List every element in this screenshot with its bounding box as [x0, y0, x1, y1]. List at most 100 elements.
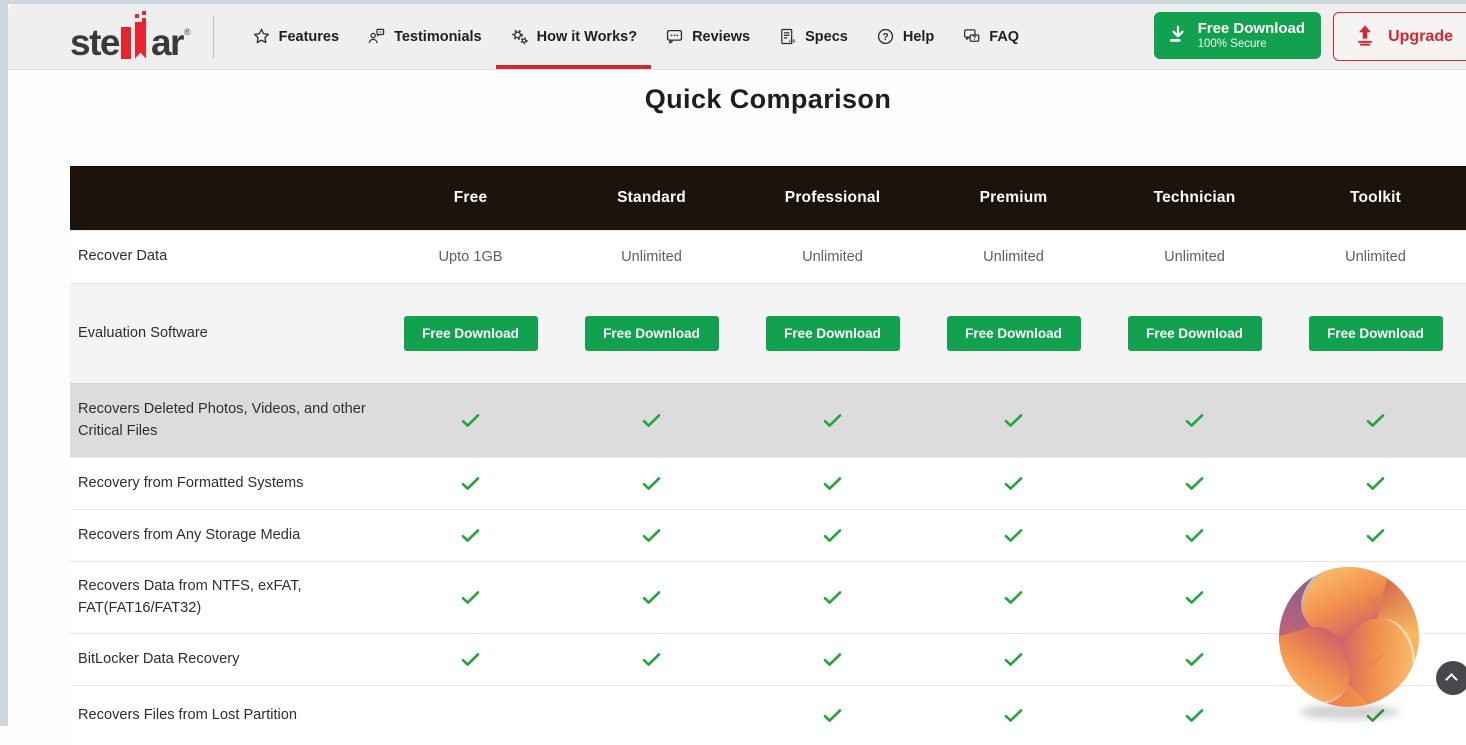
table-row: Recovers Files from Lost Partition: [70, 685, 1466, 745]
table-cell: [1104, 590, 1285, 605]
check-icon: [561, 528, 742, 543]
table-cell: Unlimited: [1285, 248, 1466, 266]
free-download-table-button[interactable]: Free Download: [585, 316, 719, 351]
table-cell: [561, 413, 742, 428]
nav-item-label: How it Works?: [537, 29, 637, 45]
window-top-strip: [0, 0, 1466, 4]
check-icon: [1104, 413, 1285, 428]
table-cell: Unlimited: [561, 248, 742, 266]
table-cell: Free Download: [561, 316, 742, 351]
table-cell: [380, 413, 561, 428]
check-icon: [742, 413, 923, 428]
stellar-logo[interactable]: ste ar ®: [70, 15, 191, 59]
free-download-nav-button[interactable]: Free Download 100% Secure: [1154, 12, 1322, 59]
page-title: Quick Comparison: [70, 84, 1466, 115]
cell-value: Unlimited: [1345, 249, 1406, 265]
upload-arrow-icon: [1354, 23, 1376, 50]
table-cell: [1285, 652, 1466, 667]
cell-value: Unlimited: [1164, 249, 1225, 265]
table-cell: [923, 652, 1104, 667]
check-icon: [1285, 413, 1466, 428]
check-icon: [1285, 652, 1466, 667]
nav-item-features[interactable]: Features: [238, 4, 353, 69]
top-navbar: ste ar ® Features Testimonials How it Wo…: [8, 4, 1466, 70]
table-cell: Upto 1GB: [380, 248, 561, 266]
check-icon: [1285, 708, 1466, 723]
column-header-free: Free: [380, 189, 561, 207]
scroll-to-top-button[interactable]: [1436, 661, 1466, 695]
nav-item-specs[interactable]: Specs: [764, 4, 862, 69]
nav-item-help[interactable]: ? Help: [862, 4, 948, 69]
logo-ll-mark: [119, 15, 151, 59]
check-icon: [1104, 708, 1285, 723]
column-header-toolkit: Toolkit: [1285, 189, 1466, 207]
upgrade-button[interactable]: Upgrade: [1333, 12, 1466, 61]
table-cell: [923, 413, 1104, 428]
gears-icon: [510, 27, 529, 46]
table-cell: [1285, 528, 1466, 543]
nav-item-label: Help: [903, 29, 934, 45]
check-icon: [380, 413, 561, 428]
cell-value: Unlimited: [983, 249, 1044, 265]
check-icon: [561, 413, 742, 428]
faq-bubbles-icon: ?: [962, 27, 981, 46]
nav-item-reviews[interactable]: Reviews: [651, 4, 764, 69]
check-icon: [1285, 590, 1466, 605]
help-question-icon: ?: [876, 27, 895, 46]
table-cell: [742, 528, 923, 543]
check-icon: [561, 590, 742, 605]
nav-item-label: Features: [279, 29, 339, 45]
download-arrow-icon: [1167, 23, 1189, 48]
nav-item-how-it-works[interactable]: How it Works?: [496, 4, 651, 69]
table-cell: [742, 590, 923, 605]
free-download-table-button[interactable]: Free Download: [404, 316, 538, 351]
table-cell: [742, 476, 923, 491]
table-row: Recovers Deleted Photos, Videos, and oth…: [70, 383, 1466, 457]
free-download-table-button[interactable]: Free Download: [947, 316, 1081, 351]
check-icon: [923, 652, 1104, 667]
table-cell: [380, 528, 561, 543]
spec-document-icon: [778, 27, 797, 46]
registered-mark: ®: [184, 27, 191, 37]
cell-value: Unlimited: [802, 249, 863, 265]
table-cell: [561, 590, 742, 605]
nav-item-faq[interactable]: ? FAQ: [948, 4, 1033, 69]
check-icon: [923, 528, 1104, 543]
download-button-label: Free Download: [1198, 20, 1306, 37]
check-icon: [742, 476, 923, 491]
check-icon: [1285, 528, 1466, 543]
testimonial-person-icon: [367, 27, 386, 46]
column-header-premium: Premium: [923, 189, 1104, 207]
check-icon: [742, 708, 923, 723]
window-left-strip: [0, 0, 8, 726]
row-label: Recovers Data from NTFS, exFAT, FAT(FAT1…: [70, 570, 380, 624]
check-icon: [380, 590, 561, 605]
svg-text:?: ?: [973, 35, 977, 42]
table-row: Recovery from Formatted Systems: [70, 457, 1466, 509]
table-cell: Free Download: [742, 316, 923, 351]
check-icon: [380, 528, 561, 543]
check-icon: [561, 476, 742, 491]
nav-item-label: FAQ: [989, 29, 1019, 45]
table-cell: [923, 528, 1104, 543]
table-cell: [1104, 476, 1285, 491]
table-cell: [1104, 708, 1285, 723]
check-icon: [923, 590, 1104, 605]
free-download-table-button[interactable]: Free Download: [766, 316, 900, 351]
table-cell: Unlimited: [742, 248, 923, 266]
nav-item-label: Testimonials: [394, 29, 482, 45]
column-header-standard: Standard: [561, 189, 742, 207]
row-label: Recovers Deleted Photos, Videos, and oth…: [70, 393, 380, 447]
star-icon: [252, 27, 271, 46]
svg-text:?: ?: [882, 32, 888, 43]
free-download-table-button[interactable]: Free Download: [1128, 316, 1262, 351]
table-cell: [742, 652, 923, 667]
upgrade-button-label: Upgrade: [1388, 28, 1453, 46]
check-icon: [380, 652, 561, 667]
free-download-table-button[interactable]: Free Download: [1309, 316, 1443, 351]
table-cell: Unlimited: [923, 248, 1104, 266]
table-cell: [1285, 476, 1466, 491]
table-cell: [1285, 413, 1466, 428]
nav-item-testimonials[interactable]: Testimonials: [353, 4, 496, 69]
table-cell: [561, 528, 742, 543]
